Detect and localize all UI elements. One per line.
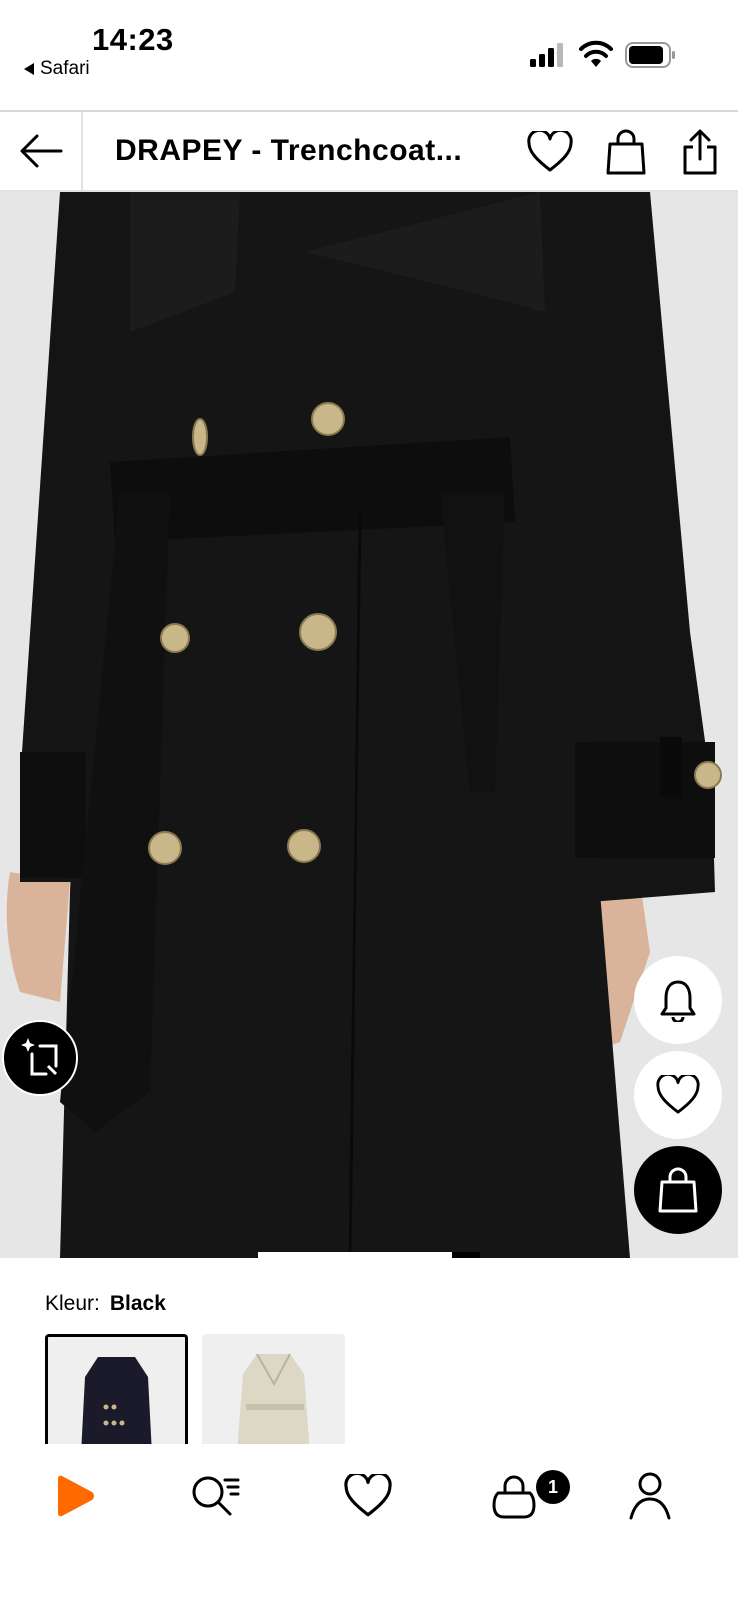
product-header: DRAPEY - Trenchcoat... [0, 110, 738, 192]
ai-lookalike-icon [21, 1038, 58, 1076]
color-label-text: Kleur: [45, 1292, 100, 1315]
heart-icon [656, 1075, 700, 1114]
nav-home[interactable] [45, 1466, 105, 1526]
back-app-label: Safari [40, 58, 90, 79]
color-swatch-black[interactable] [45, 1334, 188, 1454]
home-logo-icon [58, 1475, 94, 1517]
bag-icon [492, 1475, 536, 1519]
wifi-icon [579, 40, 613, 67]
color-value: Black [109, 1292, 166, 1315]
color-section: Kleur: Black [0, 1258, 738, 1454]
color-label: Kleur: Black [45, 1292, 166, 1316]
wishlist-heart-icon [344, 1474, 392, 1517]
back-triangle-icon [24, 63, 34, 75]
wishlist-button[interactable] [526, 128, 574, 176]
bell-icon [660, 980, 696, 1022]
share-icon [683, 129, 717, 175]
notify-me-button[interactable] [634, 956, 722, 1044]
status-bar: 14:23 Safari [0, 0, 738, 110]
heart-icon [527, 131, 573, 172]
back-button[interactable] [0, 112, 83, 190]
nav-profile[interactable] [620, 1466, 680, 1526]
battery-icon [625, 42, 675, 68]
floating-wishlist-button[interactable] [634, 1051, 722, 1139]
color-swatch-beige[interactable] [202, 1334, 345, 1454]
floating-add-to-bag-button[interactable] [634, 1146, 722, 1234]
page-title: DRAPEY - Trenchcoat... [115, 134, 463, 167]
trenchcoat-photo [0, 192, 738, 1258]
status-time: 14:23 [92, 22, 174, 57]
product-image[interactable] [0, 192, 738, 1258]
profile-icon [629, 1472, 671, 1520]
bottom-navigation: 1 [0, 1444, 738, 1600]
search-icon [192, 1476, 240, 1516]
add-to-bag-header-button[interactable] [602, 128, 650, 176]
shopping-bag-icon [658, 1167, 698, 1213]
ai-lookalike-button[interactable] [2, 1020, 78, 1096]
back-arrow-icon [20, 134, 62, 168]
bag-count-badge: 1 [536, 1470, 570, 1504]
nav-bag[interactable] [484, 1466, 544, 1526]
black-trenchcoat-thumbnail [48, 1337, 185, 1454]
beige-trenchcoat-thumbnail [202, 1334, 345, 1454]
back-to-safari-link[interactable]: Safari [24, 58, 90, 80]
cellular-signal-icon [530, 43, 563, 67]
share-button[interactable] [676, 128, 724, 176]
nav-search[interactable] [186, 1466, 246, 1526]
shopping-bag-icon [606, 129, 646, 175]
nav-wishlist[interactable] [338, 1466, 398, 1526]
